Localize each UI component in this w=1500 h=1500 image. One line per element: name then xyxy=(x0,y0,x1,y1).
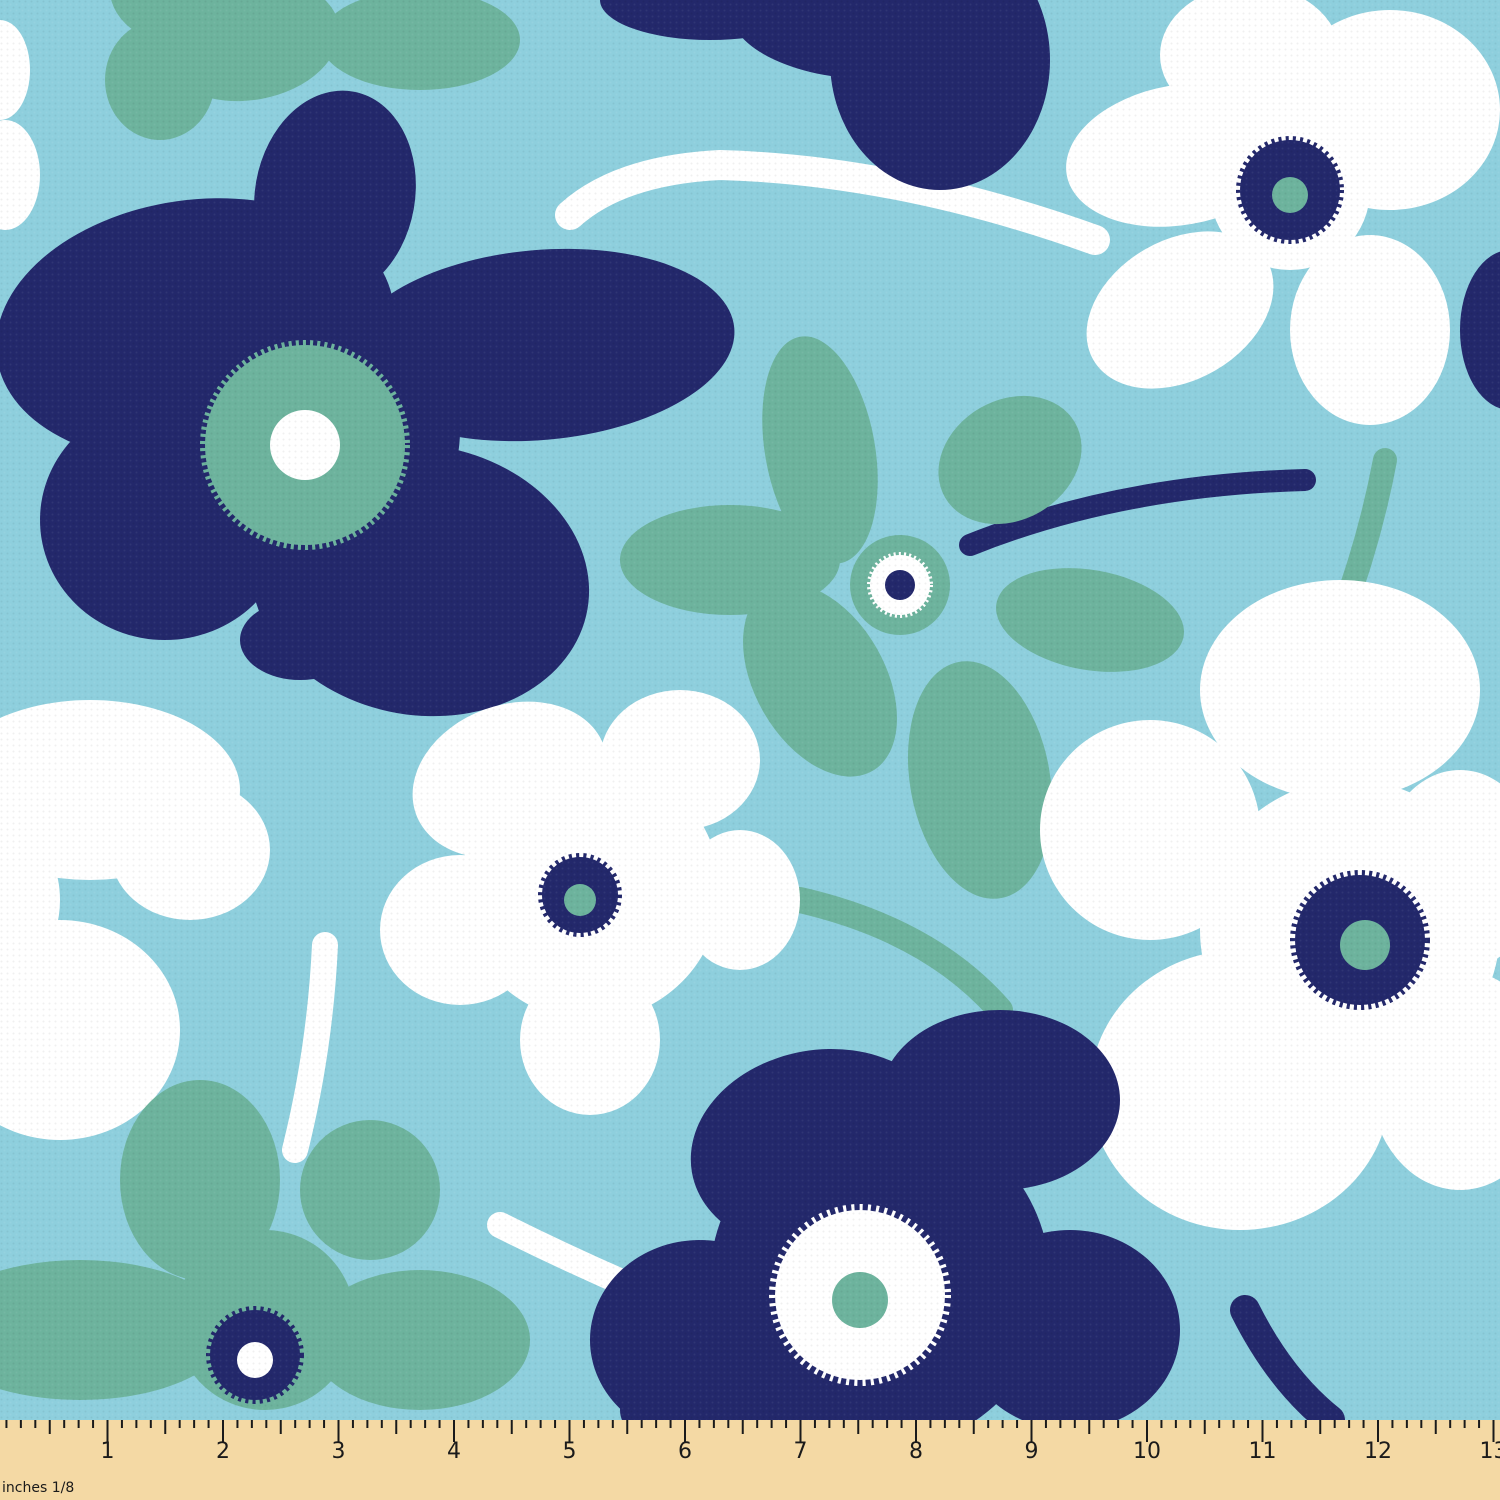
fabric-swatch: 12345678910111213 inches 1/8 xyxy=(0,0,1500,1500)
ruler-number: 6 xyxy=(678,1439,692,1464)
weave-texture xyxy=(0,0,1500,1500)
ruler-number: 10 xyxy=(1133,1439,1161,1464)
ruler-number: 12 xyxy=(1364,1439,1392,1464)
ruler-number: 2 xyxy=(216,1439,230,1464)
ruler-number: 11 xyxy=(1249,1439,1277,1464)
ruler-number: 7 xyxy=(794,1439,808,1464)
ruler-number: 1 xyxy=(101,1439,115,1464)
ruler-number: 5 xyxy=(563,1439,577,1464)
ruler-unit-label: inches 1/8 xyxy=(2,1480,74,1496)
ruler-number: 8 xyxy=(909,1439,923,1464)
ruler-number: 4 xyxy=(447,1439,461,1464)
ruler-number: 3 xyxy=(332,1439,346,1464)
ruler: 12345678910111213 inches 1/8 xyxy=(0,1420,1500,1500)
ruler-number: 9 xyxy=(1025,1439,1039,1464)
floral-pattern xyxy=(0,0,1500,1500)
ruler-number: 13 xyxy=(1480,1439,1500,1464)
